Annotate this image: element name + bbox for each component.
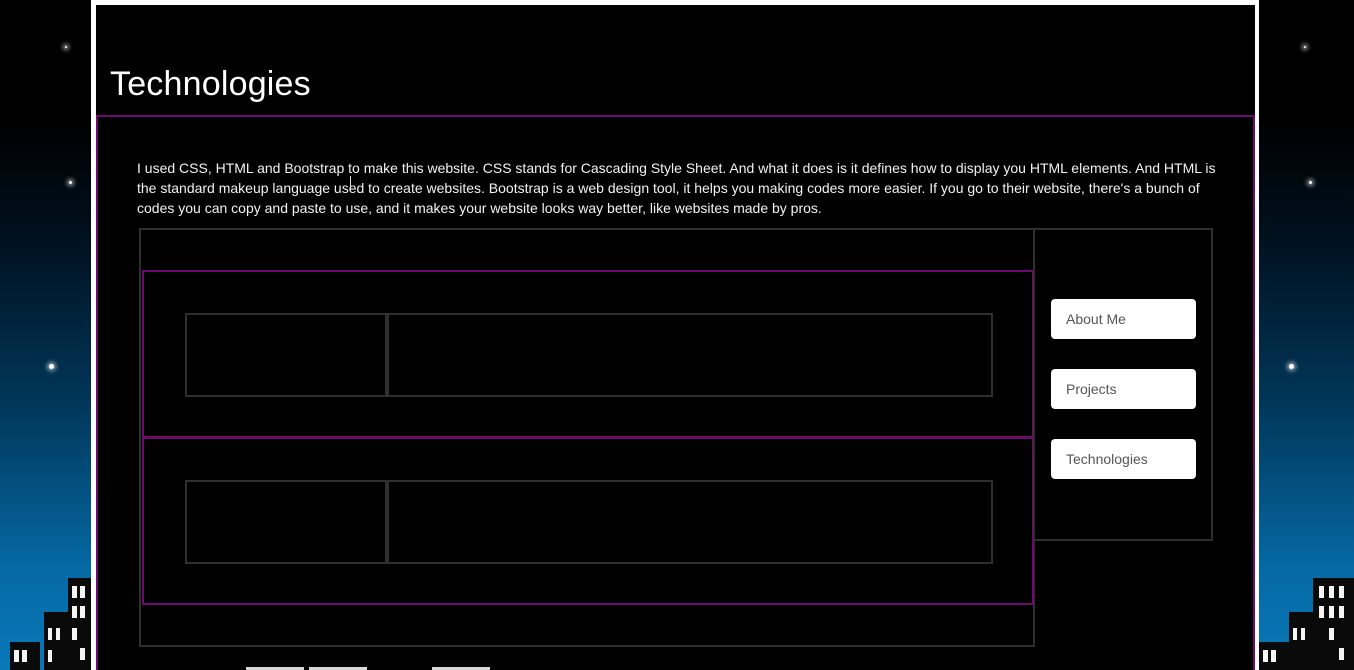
content-box [139, 228, 1035, 647]
star [65, 46, 67, 48]
star [1289, 364, 1294, 369]
star [1309, 181, 1312, 184]
page-container: Technologies I used CSS, HTML and Bootst… [96, 5, 1255, 670]
star [1304, 46, 1306, 48]
star [69, 181, 72, 184]
content-cell-right [387, 313, 993, 397]
nav-button-technologies[interactable]: Technologies [1051, 439, 1196, 479]
nav-button-projects[interactable]: Projects [1051, 369, 1196, 409]
content-panel: I used CSS, HTML and Bootstrap to make t… [96, 115, 1255, 670]
star [49, 364, 54, 369]
sidebar-nav: About Me Projects Technologies [1033, 228, 1213, 541]
page-title: Technologies [110, 65, 311, 103]
city-skyline-left [0, 570, 91, 670]
intro-paragraph: I used CSS, HTML and Bootstrap to make t… [137, 160, 1216, 216]
content-row [142, 437, 1034, 605]
content-cell-right [387, 480, 993, 564]
text-cursor-icon [350, 176, 351, 192]
content-cell-left [185, 313, 387, 397]
nav-button-about-me[interactable]: About Me [1051, 299, 1196, 339]
content-cell-left [185, 480, 387, 564]
city-skyline-right [1259, 570, 1354, 670]
content-row [142, 270, 1034, 438]
